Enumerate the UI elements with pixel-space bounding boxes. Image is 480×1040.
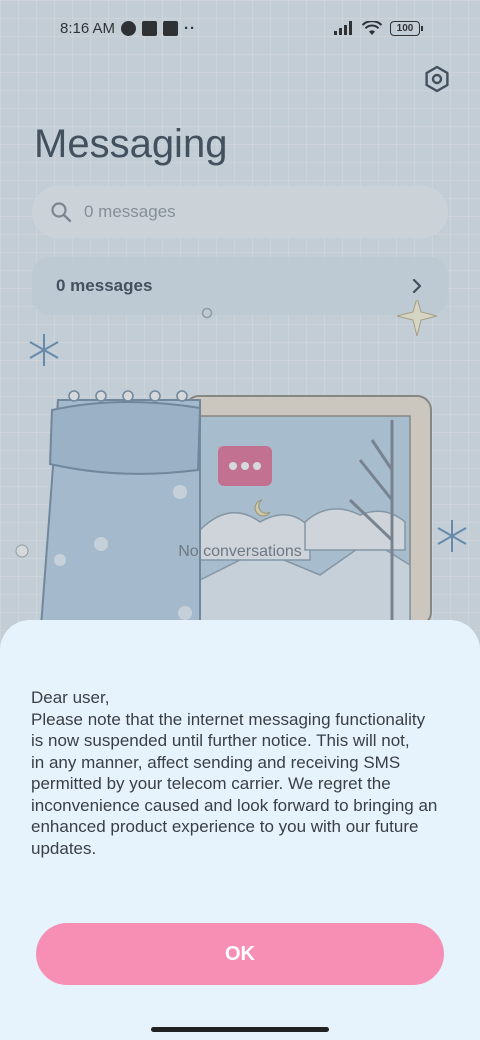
notice-dialog: Dear user, Please note that the internet… [0, 620, 480, 1040]
dialog-message-line: enhanced product experience to you with … [31, 817, 419, 836]
dialog-message-line: Please note that the internet messaging … [31, 709, 426, 729]
dialog-message-line: inconvenience caused and look forward to… [31, 795, 438, 815]
dialog-message-line: updates. [31, 838, 97, 858]
ok-button[interactable]: OK [36, 923, 444, 985]
dialog-message-line: permitted by your telecom carrier. We re… [31, 774, 391, 793]
dialog-message-line: in any manner, affect sending and receiv… [31, 752, 401, 772]
home-indicator[interactable] [151, 1027, 329, 1032]
dialog-message: Dear user, Please note that the internet… [31, 687, 461, 859]
dialog-message-line: is now suspended until further notice. T… [31, 731, 410, 750]
dialog-message-line: Dear user, [31, 688, 110, 707]
